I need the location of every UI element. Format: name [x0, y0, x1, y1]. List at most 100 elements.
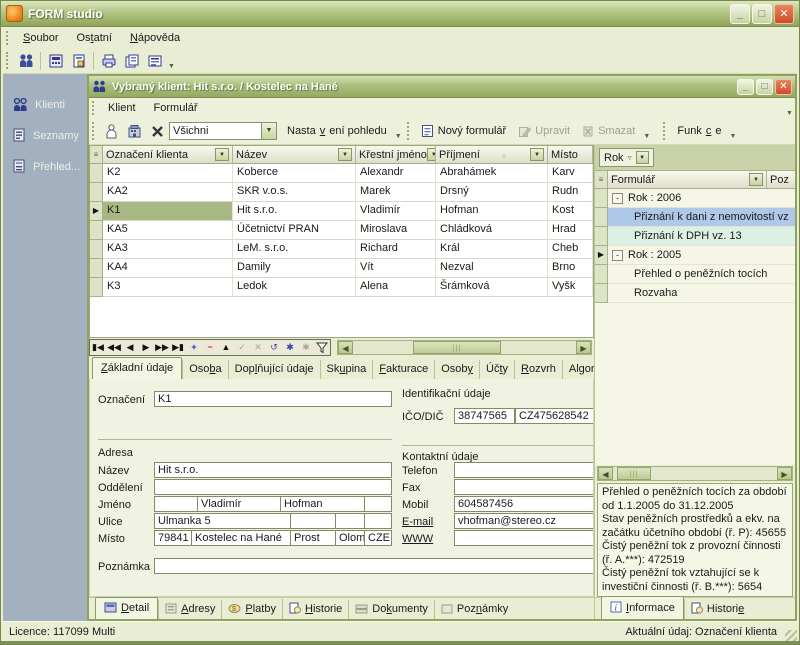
delete-button[interactable]: Smazat	[576, 122, 641, 141]
filter-icon[interactable]	[314, 340, 330, 355]
oznaceni-field[interactable]: K1	[154, 391, 392, 407]
cell[interactable]: Rudn	[548, 183, 593, 202]
group-by-rok-button[interactable]: Rok ▿ ▼	[599, 148, 654, 167]
cell[interactable]: Hofman	[436, 202, 548, 221]
toolbar-grip[interactable]	[6, 52, 11, 70]
refresh-icon[interactable]: ↺	[266, 340, 282, 355]
menu-soubor[interactable]: Soubor	[14, 30, 67, 46]
tab-osoby[interactable]: Osoby	[434, 360, 479, 379]
grid-row[interactable]: KA3LeM. s.r.o.RichardKrálCheb	[90, 240, 593, 259]
menu-klient[interactable]: Klient	[100, 100, 146, 116]
cell[interactable]: Účetnictví PRAN	[233, 221, 356, 240]
client-window-title-bar[interactable]: Vybraný klient: Hit s.r.o. / Kostelec na…	[89, 76, 795, 98]
grid-horizontal-scrollbar[interactable]: ◀ ||| ▶	[337, 340, 592, 355]
column-header-nazev[interactable]: Název▼	[233, 146, 356, 163]
form-row[interactable]: Přehled o peněžních tocích	[595, 265, 795, 284]
tab-fakturace[interactable]: Fakturace	[372, 360, 434, 379]
forms-icon[interactable]	[67, 50, 90, 72]
column-header-krestni-jmeno[interactable]: Křestní jméno▼	[356, 146, 436, 163]
grid-row[interactable]: K2KoberceAlexandrAbrahámekKarv	[90, 164, 593, 183]
scroll-right-icon[interactable]: ▶	[576, 341, 591, 354]
cell[interactable]: K2	[103, 164, 233, 183]
cancel-edit-icon[interactable]: ✕	[250, 340, 266, 355]
toolbar-overflow-button[interactable]: ▼	[727, 120, 738, 142]
ulice-field[interactable]: Ulmanka 5	[154, 513, 291, 529]
poznamka-field[interactable]	[154, 558, 594, 574]
tab-rozvrh[interactable]: Rozvrh	[514, 360, 562, 379]
row-selector[interactable]	[595, 189, 608, 208]
cell[interactable]: Alexandr	[356, 164, 436, 183]
close-button[interactable]: ✕	[774, 4, 794, 24]
cell[interactable]: Vladimír	[356, 202, 436, 221]
tab-dokumenty[interactable]: Dokumenty	[348, 600, 434, 619]
cell[interactable]: Abrahámek	[436, 164, 548, 183]
insert-record-icon[interactable]: +	[186, 340, 202, 355]
edit-record-icon[interactable]: ▲	[218, 340, 234, 355]
filter-dropdown-icon[interactable]: ▼	[427, 148, 436, 161]
maximize-button[interactable]: □	[752, 4, 772, 24]
cell[interactable]: Vyšk	[548, 278, 593, 297]
toolbar-grip[interactable]	[92, 122, 97, 140]
first-record-icon[interactable]: ▮◀	[90, 340, 106, 355]
grid-row[interactable]: KA4DamilyVítNezvalBrno	[90, 259, 593, 278]
toolbar-grip[interactable]	[407, 122, 412, 140]
edit-button[interactable]: Upravit	[512, 122, 576, 141]
tab-informace[interactable]: iInformace	[601, 596, 684, 619]
nazev-field[interactable]: Hit s.r.o.	[154, 462, 392, 478]
current-row-marker-icon[interactable]: ▶	[90, 202, 103, 221]
menu-formular[interactable]: Formulář	[146, 100, 208, 116]
post-edit-icon[interactable]: ✓	[234, 340, 250, 355]
form-row[interactable]: Rozvaha	[595, 284, 795, 303]
cell[interactable]: K3	[103, 278, 233, 297]
cell[interactable]: Drsný	[436, 183, 548, 202]
collapse-icon[interactable]: -	[612, 250, 623, 261]
psc-field[interactable]: 79841	[154, 530, 192, 546]
tab-zakladni-udaje[interactable]: Základní údaje	[92, 357, 182, 379]
menu-napoveda[interactable]: Nápověda	[121, 30, 189, 46]
column-header-oznaceni-klienta[interactable]: Označení klienta▼	[103, 146, 233, 163]
prior-record-icon[interactable]: ◀	[122, 340, 138, 355]
ulice-extra-field[interactable]	[335, 513, 365, 529]
jmeno-field[interactable]: Vladimír	[197, 496, 281, 512]
cell[interactable]: Hrad	[548, 221, 593, 240]
cell[interactable]: Šrámková	[436, 278, 548, 297]
scroll-left-icon[interactable]: ◀	[338, 341, 353, 354]
grid-corner-icon[interactable]: ≡	[90, 146, 103, 163]
toolbar-grip[interactable]	[663, 122, 668, 140]
tab-osoba[interactable]: Osoba	[182, 360, 227, 379]
ico-field[interactable]: 38747565	[454, 408, 515, 424]
delete-record-icon[interactable]: −	[202, 340, 218, 355]
tab-historie-info[interactable]: Historie	[684, 599, 750, 619]
dic-field[interactable]: CZ475628542	[515, 408, 594, 424]
cell[interactable]: Nezval	[436, 259, 548, 278]
child-maximize-button[interactable]: □	[756, 79, 773, 95]
titul-za-field[interactable]	[364, 496, 392, 512]
cell[interactable]: Král	[436, 240, 548, 259]
filter-dropdown-icon[interactable]: ▼	[530, 148, 544, 161]
row-selector[interactable]	[595, 227, 608, 246]
sidebar-item-klienti[interactable]: Klienti	[3, 90, 87, 120]
ulice-extra-field[interactable]	[364, 513, 392, 529]
toolbar-grip[interactable]	[6, 31, 11, 45]
cell[interactable]: Ledok	[233, 278, 356, 297]
row-selector[interactable]	[90, 164, 103, 183]
column-header-prijmeni[interactable]: Příjmení▵▼	[436, 146, 548, 163]
sidebar-item-prehled[interactable]: Přehled...	[3, 151, 87, 182]
tab-detail[interactable]: Detail	[95, 597, 158, 619]
collapse-icon[interactable]: -	[612, 193, 623, 204]
row-selector[interactable]	[90, 183, 103, 202]
grid-row[interactable]: K3LedokAlenaŠrámkováVyšk	[90, 278, 593, 297]
next-record-icon[interactable]: ▶	[138, 340, 154, 355]
row-selector[interactable]	[90, 278, 103, 297]
tab-skupina[interactable]: Skupina	[320, 360, 373, 379]
tab-doplnujici-udaje[interactable]: Doplňující údaje	[228, 360, 320, 379]
menu-overflow-button[interactable]: ▼	[784, 97, 795, 119]
ulice-extra-field[interactable]	[290, 513, 336, 529]
print-icon[interactable]	[97, 50, 120, 72]
email-link-label[interactable]: E-mail	[402, 516, 433, 528]
okres-field[interactable]: Prost	[290, 530, 336, 546]
cell[interactable]: Cheb	[548, 240, 593, 259]
cell[interactable]: SKR v.o.s.	[233, 183, 356, 202]
mobil-field[interactable]: 604587456	[454, 496, 594, 512]
chevron-down-icon[interactable]: ▼	[261, 123, 276, 139]
